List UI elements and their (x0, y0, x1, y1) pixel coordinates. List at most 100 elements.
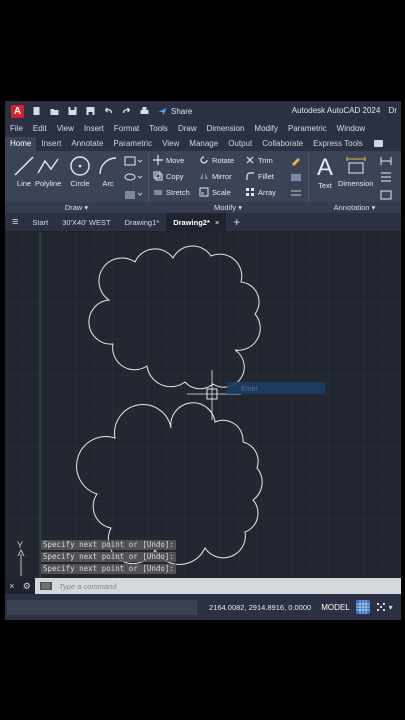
panel-separator (148, 153, 149, 209)
scale-button[interactable]: Scale (199, 187, 231, 197)
arc-icon (99, 157, 117, 175)
trim-button[interactable]: Trim (245, 155, 273, 165)
close-command-icon[interactable]: × (9, 581, 14, 591)
redo-icon[interactable] (121, 106, 132, 116)
open-folder-icon[interactable] (49, 106, 60, 116)
copy-icon (153, 171, 163, 181)
rotate-button[interactable]: Rotate (199, 155, 234, 165)
document-tabs: ≡ Start 30'X40' WEST Drawing1* Drawing2*… (5, 213, 401, 231)
menu-tools[interactable]: Tools (144, 124, 173, 133)
print-icon[interactable] (139, 106, 150, 116)
snap-mode-icon[interactable] (375, 601, 387, 613)
tab-insert[interactable]: Insert (36, 139, 66, 151)
draw-panel-title-text: Draw (64, 203, 83, 212)
circle-label: Circle (70, 179, 90, 188)
array-icon (246, 188, 254, 196)
stretch-label: Stretch (166, 187, 190, 197)
move-button[interactable]: Move (153, 155, 184, 165)
menu-insert[interactable]: Insert (79, 124, 109, 133)
drawing-canvas[interactable]: Enter Y Specify next point or [Undo]: Sp… (5, 232, 401, 578)
new-file-icon[interactable] (31, 106, 42, 116)
app-name: Autodesk AutoCAD 2024 (291, 106, 381, 115)
arc-button[interactable]: Arc (97, 155, 119, 188)
fillet-button[interactable]: Fillet (245, 171, 274, 181)
save-icon[interactable] (67, 106, 78, 116)
array-label: Array (258, 187, 276, 197)
fillet-icon (246, 172, 254, 180)
menu-edit[interactable]: Edit (28, 124, 52, 133)
text-button[interactable]: A Text (315, 153, 335, 190)
trim-icon (246, 156, 254, 164)
menu-modify[interactable]: Modify (249, 124, 283, 133)
annotation-extra-tools-icon[interactable] (379, 155, 393, 203)
draw-panel-title[interactable]: Draw ▾ (5, 202, 148, 213)
modify-panel-title[interactable]: Modify ▾ (148, 202, 308, 213)
polyline-icon (37, 158, 59, 174)
polyline-button[interactable]: Polyline (35, 155, 61, 188)
ribbon-options-icon[interactable] (373, 140, 383, 147)
status-bar: 2164.0082, 2914.8916, 0.0000 MODEL ▾ (5, 594, 401, 620)
hamburger-menu-icon[interactable]: ≡ (5, 213, 25, 231)
doc-tab-start[interactable]: Start (25, 213, 55, 231)
tab-annotate[interactable]: Annotate (66, 139, 108, 151)
menu-window[interactable]: Window (332, 124, 370, 133)
fillet-label: Fillet (258, 171, 274, 181)
customize-command-icon[interactable]: ⚙ (23, 581, 31, 592)
snap-dropdown-icon[interactable]: ▾ (389, 603, 393, 612)
layout-tabs-area[interactable] (7, 599, 197, 615)
line-icon (14, 156, 34, 176)
command-input[interactable]: Type a command (59, 582, 116, 591)
menu-format[interactable]: Format (109, 124, 144, 133)
tab-home[interactable]: Home (5, 137, 37, 151)
scale-icon (199, 187, 209, 197)
circle-button[interactable]: Circle (69, 155, 91, 188)
mirror-label: Mirror (212, 171, 232, 181)
menu-file[interactable]: File (5, 124, 28, 133)
array-button[interactable]: Array (245, 187, 276, 197)
doc-tab-30x40-west[interactable]: 30'X40' WEST (55, 213, 117, 231)
tab-view[interactable]: View (157, 139, 184, 151)
menu-dimension[interactable]: Dimension (202, 124, 250, 133)
new-tab-icon[interactable]: + (226, 213, 247, 231)
circle-icon (70, 156, 90, 176)
modify-extra-tools-icon[interactable] (289, 155, 303, 203)
menu-view[interactable]: View (52, 124, 79, 133)
quick-access-toolbar (31, 106, 168, 116)
mirror-icon (200, 173, 208, 179)
tab-express-tools[interactable]: Express Tools (308, 139, 368, 151)
command-history-line: Specify next point or [Undo]: (41, 540, 176, 550)
tab-manage[interactable]: Manage (184, 139, 223, 151)
modify-panel-title-text: Modify (214, 203, 237, 212)
tab-output[interactable]: Output (223, 139, 257, 151)
model-space-toggle[interactable]: MODEL (321, 603, 349, 612)
stretch-button[interactable]: Stretch (153, 187, 190, 197)
grid-toggle-icon[interactable] (355, 600, 370, 614)
save-as-icon[interactable] (85, 106, 96, 116)
menu-parametric[interactable]: Parametric (283, 124, 332, 133)
line-button[interactable]: Line (13, 155, 35, 188)
polyline-label: Polyline (35, 179, 62, 188)
autocad-logo[interactable]: A (11, 104, 24, 118)
share-button[interactable]: Share (171, 107, 192, 116)
menu-draw[interactable]: Draw (173, 124, 202, 133)
dimension-icon (346, 157, 366, 174)
undo-icon[interactable] (103, 106, 114, 116)
title-bar: A Share Autodesk AutoCAD 2024 Dr (5, 101, 401, 121)
copy-label: Copy (166, 171, 184, 181)
doc-tab-drawing2[interactable]: Drawing2* × (166, 213, 227, 231)
model-space[interactable]: Enter Y (5, 232, 401, 578)
close-tab-icon[interactable]: × (215, 218, 219, 227)
command-history-line: Specify next point or [Undo]: (41, 564, 176, 574)
dimension-button[interactable]: Dimension (338, 155, 373, 188)
copy-button[interactable]: Copy (153, 171, 184, 181)
move-icon (153, 155, 163, 165)
ucs-y-label: Y (17, 540, 23, 550)
coordinate-display[interactable]: 2164.0082, 2914.8916, 0.0000 (209, 603, 311, 612)
mirror-button[interactable]: Mirror (199, 171, 232, 181)
tab-collaborate[interactable]: Collaborate (257, 139, 308, 151)
annotation-panel-title[interactable]: Annotation ▾ (308, 202, 401, 213)
doc-tab-drawing2-label: Drawing2* (173, 217, 210, 227)
command-history-line: Specify next point or [Undo]: (41, 552, 176, 562)
tab-parametric[interactable]: Parametric (108, 139, 157, 151)
doc-tab-drawing1[interactable]: Drawing1* (118, 213, 167, 231)
